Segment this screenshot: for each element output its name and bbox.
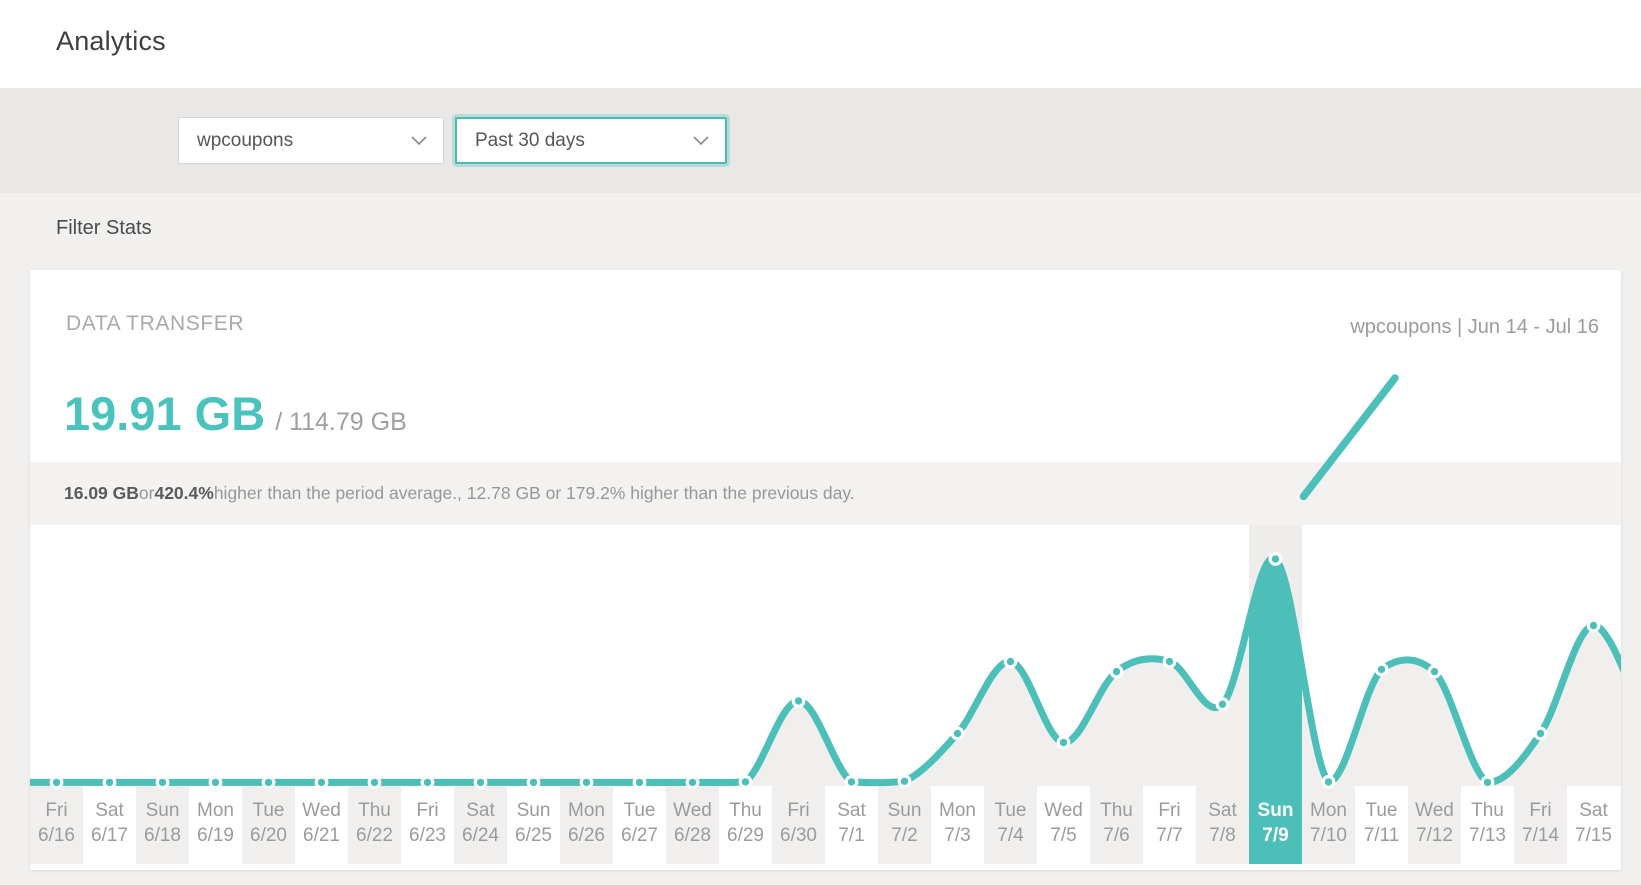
data-point (581, 777, 592, 788)
data-point (1482, 777, 1493, 788)
x-axis-label: Thu7/6 (1090, 786, 1143, 864)
x-axis-label: Mon7/10 (1302, 786, 1355, 864)
x-axis-label: Sat7/8 (1196, 786, 1249, 864)
data-point (1376, 664, 1387, 675)
data-point (475, 777, 486, 788)
data-point (1217, 699, 1228, 710)
filter-bar: Filter Stats wpcoupons Past 30 days (0, 88, 1641, 193)
site-select[interactable]: wpcoupons (178, 117, 444, 164)
x-axis-label-highlighted: Sun7/9 (1249, 786, 1302, 864)
usage-figures: 19.91 GB / 114.79 GB (64, 386, 407, 441)
data-point (422, 777, 433, 788)
chevron-down-icon (411, 136, 427, 146)
data-point (952, 728, 963, 739)
page-title: Analytics (56, 26, 166, 57)
x-axis-label: Sat6/17 (83, 786, 136, 864)
x-axis-label: Tue7/11 (1355, 786, 1408, 864)
x-axis-label: Tue6/20 (242, 786, 295, 864)
data-point (528, 777, 539, 788)
data-point (1535, 728, 1546, 739)
data-point (846, 777, 857, 788)
x-axis-label: Sat7/15 (1567, 786, 1620, 864)
period-select-value: Past 30 days (457, 130, 585, 152)
transfer-chart: Fri6/16Sat6/17Sun6/18Mon6/19Tue6/20Wed6/… (30, 525, 1621, 864)
data-point (104, 777, 115, 788)
data-transfer-plot[interactable] (30, 525, 1621, 794)
x-axis-label: Thu6/22 (348, 786, 401, 864)
data-point (263, 777, 274, 788)
x-axis-label: Wed6/28 (666, 786, 719, 864)
x-axis-label: Fri6/16 (30, 786, 83, 864)
x-axis-label: Fri6/23 (401, 786, 454, 864)
x-axis-label: Thu6/29 (719, 786, 772, 864)
data-point (1111, 666, 1122, 677)
data-point (899, 776, 910, 787)
x-axis-label: Thu7/13 (1461, 786, 1514, 864)
x-axis-label: Tue7/4 (984, 786, 1037, 864)
x-axis-label: Mon6/19 (189, 786, 242, 864)
x-axis-label: Wed7/5 (1037, 786, 1090, 864)
card-context: wpcoupons | Jun 14 - Jul 16 (1350, 316, 1599, 339)
x-axis-label: Sun7/2 (878, 786, 931, 864)
data-point (740, 777, 751, 788)
period-select[interactable]: Past 30 days (455, 117, 727, 164)
data-point (1429, 666, 1440, 677)
data-transfer-card: DATA TRANSFER wpcoupons | Jun 14 - Jul 1… (30, 270, 1621, 870)
x-axis-label: Sat7/1 (825, 786, 878, 864)
total-usage-value: / 114.79 GB (275, 408, 407, 437)
x-axis-label: Mon7/3 (931, 786, 984, 864)
data-point (369, 777, 380, 788)
x-axis-label: Fri7/7 (1143, 786, 1196, 864)
x-axis-label: Tue6/27 (613, 786, 666, 864)
x-axis-labels: Fri6/16Sat6/17Sun6/18Mon6/19Tue6/20Wed6/… (30, 786, 1621, 864)
x-axis-label: Fri7/14 (1514, 786, 1567, 864)
data-point (1270, 554, 1281, 565)
data-point (51, 777, 62, 788)
x-axis-label: Sat6/24 (454, 786, 507, 864)
data-point (1588, 620, 1599, 631)
x-axis-label: Fri6/30 (772, 786, 825, 864)
data-point (1058, 737, 1069, 748)
summary-text: 16.09 GB or 420.4% higher than the perio… (30, 462, 1621, 525)
primary-usage-value: 19.91 GB (64, 386, 265, 441)
data-point (1164, 656, 1175, 667)
x-axis-label: Mon6/26 (560, 786, 613, 864)
data-point (316, 777, 327, 788)
filter-stats-label: Filter Stats (56, 217, 152, 240)
top-header: Analytics (0, 0, 1641, 88)
data-point (634, 777, 645, 788)
data-point (687, 777, 698, 788)
card-title: DATA TRANSFER (66, 312, 244, 336)
x-axis-label: Sun6/18 (136, 786, 189, 864)
site-select-value: wpcoupons (179, 130, 293, 152)
data-point (210, 777, 221, 788)
data-point (157, 777, 168, 788)
x-axis-label: Wed7/12 (1408, 786, 1461, 864)
data-point (1005, 656, 1016, 667)
data-point (793, 696, 804, 707)
data-point (1323, 777, 1334, 788)
chevron-down-icon (693, 136, 709, 146)
x-axis-label: Sun6/25 (507, 786, 560, 864)
x-axis-label: Wed6/21 (295, 786, 348, 864)
